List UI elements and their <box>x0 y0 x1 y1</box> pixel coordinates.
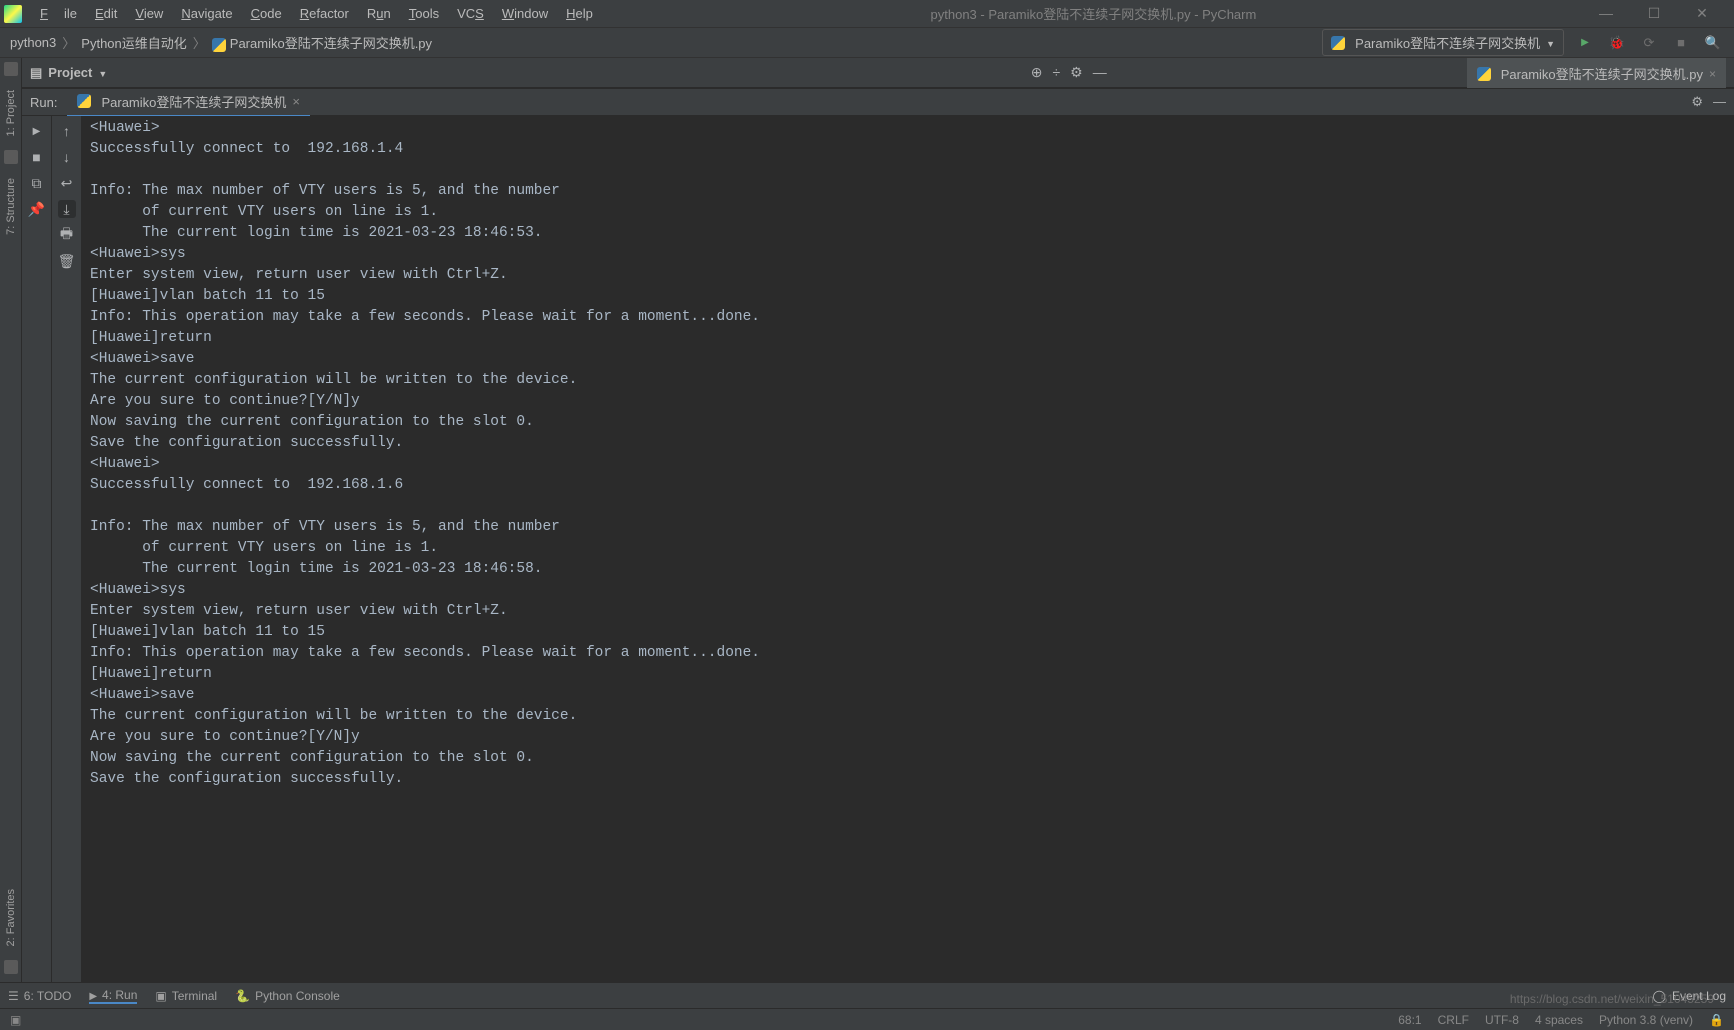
left-tool-stripe: 1: Project 7: Structure 2: Favorites <box>0 58 22 982</box>
menu-navigate[interactable]: Navigate <box>173 4 240 23</box>
python-file-icon <box>1331 36 1345 50</box>
settings-gear-icon[interactable]: ⚙ <box>1070 64 1083 81</box>
run-panel-header: Run: Paramiko登陆不连续子网交换机 × ⚙ — <box>22 88 1734 116</box>
bottom-tab-todo[interactable]: ☰ 6: TODO <box>8 989 71 1003</box>
menu-help[interactable]: Help <box>558 4 601 23</box>
run-body: ■ ⧉ 📌 ↑ ↓ ↩ ⤓ 🖶 🗑 <Huawei> Successfully … <box>22 116 1734 982</box>
bottom-tab-terminal[interactable]: ▣ Terminal <box>155 989 217 1003</box>
project-tool-icon[interactable] <box>4 62 18 76</box>
lock-icon[interactable]: 🔒 <box>1709 1013 1724 1027</box>
breadcrumb: python3 〉 Python运维自动化 〉 Paramiko登陆不连续子网交… <box>10 33 432 52</box>
layout-icon[interactable]: ⧉ <box>28 174 46 192</box>
menu-vcs[interactable]: VCS <box>449 4 492 23</box>
status-right: 68:1 CRLF UTF-8 4 spaces Python 3.8 (ven… <box>1398 1013 1724 1027</box>
structure-tool-icon[interactable] <box>4 150 18 164</box>
statusbar: ▣ 68:1 CRLF UTF-8 4 spaces Python 3.8 (v… <box>0 1008 1734 1030</box>
titlebar: File Edit View Navigate Code Refactor Ru… <box>0 0 1734 28</box>
run-tab-label: Paramiko登陆不连续子网交换机 <box>101 92 286 111</box>
nav-right: Paramiko登陆不连续子网交换机 🐞 ⟳ ■ 🔍 <box>1322 29 1724 56</box>
python-file-icon <box>77 94 91 108</box>
status-left-icon[interactable]: ▣ <box>10 1013 21 1027</box>
editor-tab[interactable]: Paramiko登陆不连续子网交换机.py × <box>1467 58 1726 88</box>
sidetab-structure[interactable]: 7: Structure <box>5 174 17 239</box>
menu-edit[interactable]: Edit <box>87 4 125 23</box>
chevron-right-icon: 〉 <box>193 33 206 52</box>
menu-file[interactable]: File <box>32 4 85 23</box>
menu-view[interactable]: View <box>127 4 171 23</box>
center-stack: ▤ Project ⊕ ÷ ⚙ — Paramiko登陆不连续子网交换机.py … <box>22 58 1734 982</box>
run-coverage-button[interactable]: ⟳ <box>1638 32 1660 54</box>
pycharm-logo-icon <box>4 5 22 23</box>
menu-code[interactable]: Code <box>243 4 290 23</box>
chevron-down-icon <box>98 65 107 80</box>
soft-wrap-icon[interactable]: ↩ <box>58 174 76 192</box>
chevron-right-icon: 〉 <box>62 33 75 52</box>
hide-icon[interactable]: — <box>1093 64 1107 81</box>
navbar: python3 〉 Python运维自动化 〉 Paramiko登陆不连续子网交… <box>0 28 1734 58</box>
bottom-tab-python-console[interactable]: 🐍 Python Console <box>235 989 340 1003</box>
hide-icon[interactable]: — <box>1713 94 1726 110</box>
python-file-icon <box>212 38 226 52</box>
run-toolbar-primary: ■ ⧉ 📌 <box>22 116 52 982</box>
line-separator[interactable]: CRLF <box>1438 1013 1469 1027</box>
scroll-to-end-icon[interactable]: ⤓ <box>58 200 76 218</box>
debug-button[interactable]: 🐞 <box>1606 32 1628 54</box>
bottom-tool-stripe: ☰ 6: TODO 4: Run ▣ Terminal 🐍 Python Con… <box>0 982 1734 1008</box>
search-everywhere-button[interactable]: 🔍 <box>1702 32 1724 54</box>
down-arrow-icon[interactable]: ↓ <box>58 148 76 166</box>
divide-icon[interactable]: ÷ <box>1052 64 1060 81</box>
breadcrumb-file[interactable]: Paramiko登陆不连续子网交换机.py <box>212 33 432 52</box>
favorites-tool-icon[interactable] <box>4 960 18 974</box>
stop-button[interactable]: ■ <box>28 148 46 166</box>
window-controls: — ☐ ✕ <box>1586 5 1730 22</box>
close-tab-icon[interactable]: × <box>1709 67 1716 81</box>
close-run-tab-icon[interactable]: × <box>292 94 300 109</box>
close-button[interactable]: ✕ <box>1682 5 1722 22</box>
caret-position[interactable]: 68:1 <box>1398 1013 1421 1027</box>
python-file-icon <box>1477 67 1491 81</box>
sidetab-project[interactable]: 1: Project <box>5 86 17 140</box>
settings-gear-icon[interactable]: ⚙ <box>1691 94 1703 110</box>
editor-tab-label: Paramiko登陆不连续子网交换机.py <box>1501 64 1703 83</box>
up-arrow-icon[interactable]: ↑ <box>58 122 76 140</box>
folder-icon: ▤ <box>30 65 42 81</box>
run-panel-actions: ⚙ — <box>1691 94 1726 110</box>
locate-icon[interactable]: ⊕ <box>1031 64 1043 81</box>
project-tool-actions: ⊕ ÷ ⚙ — <box>1031 64 1107 81</box>
run-label: Run: <box>30 95 57 110</box>
run-tab[interactable]: Paramiko登陆不连续子网交换机 × <box>67 88 310 117</box>
pin-icon[interactable]: 📌 <box>28 200 46 218</box>
breadcrumb-root[interactable]: python3 <box>10 35 56 50</box>
sidetab-favorites[interactable]: 2: Favorites <box>5 885 17 950</box>
run-toolbar-secondary: ↑ ↓ ↩ ⤓ 🖶 🗑 <box>52 116 82 982</box>
maximize-button[interactable]: ☐ <box>1634 5 1674 22</box>
clear-icon[interactable]: 🗑 <box>58 252 76 270</box>
breadcrumb-folder[interactable]: Python运维自动化 <box>81 33 186 52</box>
indent-settings[interactable]: 4 spaces <box>1535 1013 1583 1027</box>
window-title: python3 - Paramiko登陆不连续子网交换机.py - PyChar… <box>601 4 1586 23</box>
rerun-button[interactable] <box>28 122 46 140</box>
run-config-selector[interactable]: Paramiko登陆不连续子网交换机 <box>1322 29 1564 56</box>
stop-button[interactable]: ■ <box>1670 32 1692 54</box>
bottom-tab-run[interactable]: 4: Run <box>89 988 137 1004</box>
console-output[interactable]: <Huawei> Successfully connect to 192.168… <box>82 116 1734 982</box>
menu-run[interactable]: Run <box>359 4 399 23</box>
main-area: 1: Project 7: Structure 2: Favorites ▤ P… <box>0 58 1734 982</box>
run-config-label: Paramiko登陆不连续子网交换机 <box>1355 33 1540 52</box>
run-button[interactable] <box>1574 32 1596 54</box>
menu-tools[interactable]: Tools <box>401 4 447 23</box>
menubar: File Edit View Navigate Code Refactor Ru… <box>32 4 601 23</box>
interpreter[interactable]: Python 3.8 (venv) <box>1599 1013 1693 1027</box>
minimize-button[interactable]: — <box>1586 5 1626 22</box>
watermark: https://blog.csdn.net/weixin_51045259 <box>1510 992 1714 1006</box>
menu-window[interactable]: Window <box>494 4 556 23</box>
project-tool-header: ▤ Project ⊕ ÷ ⚙ — Paramiko登陆不连续子网交换机.py … <box>22 58 1734 88</box>
menu-refactor[interactable]: Refactor <box>292 4 357 23</box>
project-tool-label[interactable]: ▤ Project <box>30 65 107 81</box>
file-encoding[interactable]: UTF-8 <box>1485 1013 1519 1027</box>
print-icon[interactable]: 🖶 <box>58 226 76 244</box>
chevron-down-icon <box>1546 35 1555 50</box>
